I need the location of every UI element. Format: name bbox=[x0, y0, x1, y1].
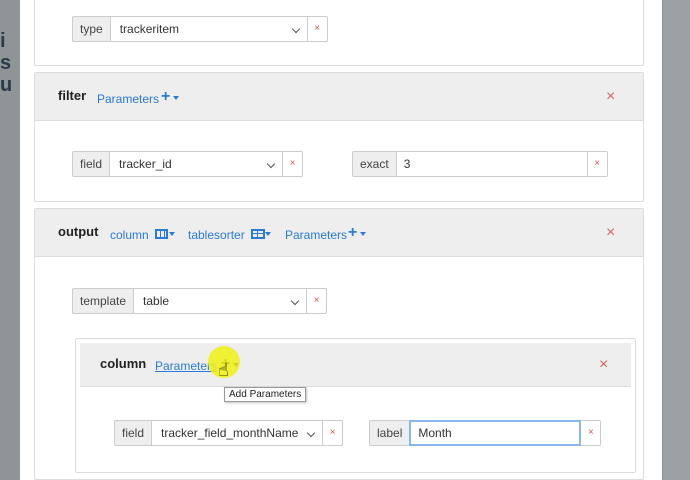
columns-icon[interactable] bbox=[155, 229, 168, 239]
filter-exact-delete-button[interactable]: × bbox=[587, 151, 608, 177]
column-label-row: label Month × bbox=[369, 420, 602, 446]
caret-down-icon bbox=[360, 232, 366, 236]
backdrop-text: i s u bbox=[0, 30, 13, 96]
filter-parameters-link[interactable]: Parameters bbox=[97, 92, 159, 106]
column-title: column bbox=[100, 356, 147, 371]
hand-cursor-icon: ☝ bbox=[218, 360, 229, 380]
output-title: output bbox=[58, 224, 99, 239]
column-label-label: label bbox=[369, 420, 410, 446]
filter-field-row: field tracker_id × bbox=[72, 151, 304, 177]
column-field-delete-button[interactable]: × bbox=[323, 420, 344, 446]
plus-icon[interactable]: + bbox=[161, 89, 170, 105]
caret-down-icon bbox=[173, 96, 179, 100]
output-close-icon[interactable]: × bbox=[606, 225, 615, 241]
output-header: output column tablesorter Parameters + × bbox=[35, 209, 643, 257]
filter-exact-input[interactable]: 3 bbox=[395, 151, 588, 177]
tooltip: Add Parameters bbox=[224, 387, 307, 402]
filter-exact-row: exact 3 × bbox=[352, 151, 608, 177]
chevron-down-icon bbox=[266, 159, 276, 169]
chevron-down-icon bbox=[306, 428, 316, 438]
column-field-value: tracker_field_monthName bbox=[161, 426, 299, 440]
column-field-label: field bbox=[114, 420, 152, 446]
output-template-row: template table × bbox=[72, 288, 328, 314]
caret-down-icon bbox=[265, 232, 271, 236]
output-template-delete-button[interactable]: × bbox=[307, 288, 328, 314]
output-parameters-link[interactable]: Parameters bbox=[285, 228, 347, 242]
output-column-link[interactable]: column bbox=[110, 228, 149, 242]
output-tablesorter-link[interactable]: tablesorter bbox=[188, 228, 245, 242]
type-select[interactable]: trackeritem bbox=[109, 16, 308, 42]
column-close-icon[interactable]: × bbox=[599, 357, 608, 373]
filter-field-select[interactable]: tracker_id bbox=[109, 151, 284, 177]
filter-title: filter bbox=[58, 88, 87, 103]
column-field-row: field tracker_field_monthName × bbox=[114, 420, 344, 446]
filter-field-value: tracker_id bbox=[119, 157, 172, 171]
filter-field-delete-button[interactable]: × bbox=[283, 151, 304, 177]
output-template-label: template bbox=[72, 288, 134, 314]
type-field: type trackeritem × bbox=[72, 16, 328, 42]
filter-header: filter Parameters + × bbox=[35, 73, 643, 121]
filter-close-icon[interactable]: × bbox=[606, 89, 615, 105]
chevron-down-icon bbox=[291, 24, 300, 34]
output-template-value: table bbox=[143, 294, 170, 308]
column-header: column Parameters + × bbox=[80, 343, 631, 387]
type-value: trackeritem bbox=[119, 22, 180, 36]
backdrop-strip bbox=[663, 0, 690, 480]
type-panel: type trackeritem × bbox=[34, 0, 644, 66]
output-panel: output column tablesorter Parameters + ×… bbox=[34, 208, 644, 480]
table-icon[interactable] bbox=[251, 229, 265, 239]
modal: type trackeritem × filter Parameters + ×… bbox=[20, 0, 662, 480]
plus-icon[interactable]: + bbox=[348, 225, 357, 241]
filter-exact-label: exact bbox=[352, 151, 396, 177]
type-label: type bbox=[72, 16, 110, 42]
column-label-delete-button[interactable]: × bbox=[581, 420, 602, 446]
column-panel: column Parameters + × field tracker_fiel… bbox=[75, 338, 636, 473]
type-delete-button[interactable]: × bbox=[307, 16, 328, 42]
caret-down-icon bbox=[169, 232, 175, 236]
column-field-select[interactable]: tracker_field_monthName bbox=[151, 420, 324, 446]
chevron-down-icon bbox=[290, 296, 300, 306]
column-label-input[interactable]: Month bbox=[409, 420, 582, 446]
filter-panel: filter Parameters + × field tracker_id ×… bbox=[34, 72, 644, 202]
filter-field-label: field bbox=[72, 151, 110, 177]
output-template-select[interactable]: table bbox=[133, 288, 308, 314]
